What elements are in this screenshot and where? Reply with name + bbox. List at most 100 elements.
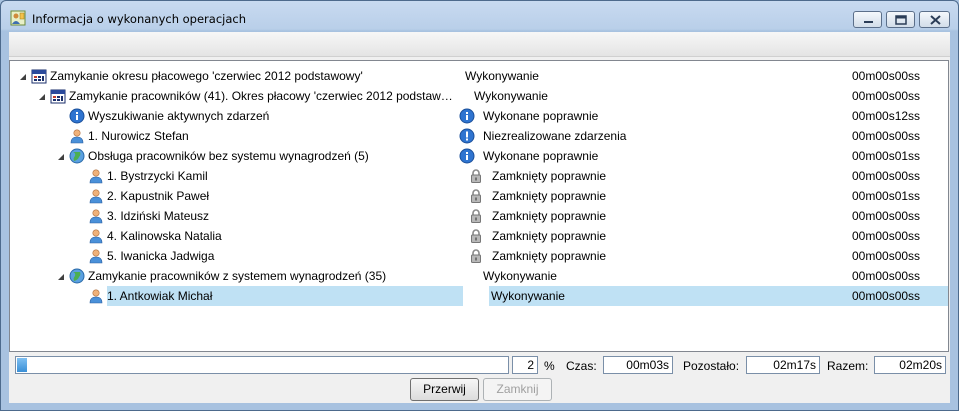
tree-row-time: 00m00s00ss — [852, 229, 921, 243]
tree-row-label: 1. Antkowiak Michał — [107, 289, 213, 303]
person-icon — [88, 188, 104, 204]
total-label: Razem: — [827, 359, 869, 373]
tree-row-status: Wykonywanie — [474, 89, 548, 103]
tree-row[interactable]: 1. Bystrzycki Kamil Zamknięty poprawnie 00… — [10, 166, 948, 186]
person-icon — [88, 208, 104, 224]
percent-sign: % — [544, 359, 555, 373]
tree-row[interactable]: Zamykanie pracowników z systemem wynagro… — [10, 266, 948, 286]
expanded-triangle-icon[interactable] — [57, 271, 66, 280]
tree-row-status: Zamknięty poprawnie — [492, 169, 607, 183]
expanded-triangle-icon[interactable] — [57, 151, 66, 160]
expanded-triangle-icon[interactable] — [38, 91, 47, 100]
time-label: Czas: — [566, 359, 597, 373]
main-window: Informacja o wykonanych operacjach Zamyk… — [0, 0, 959, 411]
tree-row-status: Zamknięty poprawnie — [492, 209, 607, 223]
tree-row[interactable]: 1. Nurowicz Stefan Niezrealizowane zdarze… — [10, 126, 948, 146]
tree-row-time: 00m00s00ss — [852, 89, 921, 103]
status-bar: 2 % Czas: 00m03s Pozostało: 02m17s Razem… — [9, 354, 950, 376]
minimize-icon — [864, 21, 873, 23]
tree-row-time: 00m00s01ss — [852, 149, 921, 163]
tree-row-time: 00m00s00ss — [852, 269, 921, 283]
tree-row-label: 2. Kapustnik Paweł — [107, 189, 210, 203]
tree-row-label: Wyszukiwanie aktywnych zdarzeń — [88, 109, 270, 123]
info-icon — [459, 148, 475, 164]
maximize-button[interactable] — [886, 11, 915, 28]
calendar-icon — [31, 68, 47, 84]
operations-tree[interactable]: Zamykanie okresu płacowego 'czerwiec 201… — [9, 60, 949, 352]
tree-row-label: 1. Nurowicz Stefan — [88, 129, 189, 143]
tree-row[interactable]: 1. Antkowiak Michał Wykonywanie 00m00s00ss — [10, 286, 948, 306]
toolbar-strip — [9, 32, 950, 57]
tree-row-status: Wykonywanie — [483, 269, 557, 283]
interrupt-label: Przerwij — [423, 382, 466, 396]
person-icon — [88, 168, 104, 184]
tree-row-label: 5. Iwanicka Jadwiga — [107, 249, 215, 263]
progress-bar — [15, 356, 509, 374]
tree-row-label: Zamykanie okresu płacowego 'czerwiec 201… — [50, 69, 363, 83]
tree-row-status: Zamknięty poprawnie — [492, 189, 607, 203]
tree-row-time: 00m00s00ss — [852, 289, 921, 303]
tree-row-label: 3. Idziński Mateusz — [107, 209, 210, 223]
tree-row[interactable]: 5. Iwanicka Jadwiga Zamknięty poprawnie 00… — [10, 246, 948, 266]
info-icon — [69, 108, 85, 124]
info-icon — [459, 108, 475, 124]
person-icon — [69, 128, 85, 144]
progress-percent-field: 2 — [512, 356, 538, 374]
tree-row-time: 00m00s00ss — [852, 69, 921, 83]
lock-icon — [468, 248, 484, 264]
tree-row[interactable]: 4. Kalinowska Natalia Zamknięty poprawnie… — [10, 226, 948, 246]
progress-fill — [17, 358, 27, 372]
globe-icon — [69, 268, 85, 284]
tree-row-status: Wykonywanie — [491, 289, 565, 303]
tree-row-status: Wykonane poprawnie — [483, 109, 599, 123]
client-area: Zamykanie okresu płacowego 'czerwiec 201… — [9, 32, 950, 403]
expanded-triangle-icon[interactable] — [19, 71, 28, 80]
warning-icon — [459, 128, 475, 144]
total-field: 02m20s — [874, 356, 946, 374]
tree-row[interactable]: 3. Idziński Mateusz Zamknięty poprawnie 00… — [10, 206, 948, 226]
close-label: Zamknij — [496, 382, 539, 396]
tree-row-time: 00m00s00ss — [852, 169, 921, 183]
tree-row-status: Zamknięty poprawnie — [492, 229, 607, 243]
title-bar[interactable]: Informacja o wykonanych operacjach — [1, 1, 958, 31]
tree-row[interactable]: Zamykanie pracowników (41). Okres płacow… — [10, 86, 948, 106]
tree-row-status: Niezrealizowane zdarzenia — [483, 129, 627, 143]
close-button[interactable]: Zamknij — [483, 378, 552, 401]
app-info-icon — [10, 10, 26, 26]
tree-row[interactable]: Zamykanie okresu płacowego 'czerwiec 201… — [10, 66, 948, 86]
tree-row-status: Zamknięty poprawnie — [492, 249, 607, 263]
remaining-field: 02m17s — [746, 356, 820, 374]
close-window-button[interactable] — [919, 11, 950, 28]
lock-icon — [468, 228, 484, 244]
calendar-icon — [50, 88, 66, 104]
minimize-button[interactable] — [853, 11, 882, 28]
lock-icon — [468, 188, 484, 204]
tree-row-label: 4. Kalinowska Natalia — [107, 229, 222, 243]
tree-row-label: Zamykanie pracowników z systemem wynagro… — [88, 269, 387, 283]
tree-row-time: 00m00s12ss — [852, 109, 921, 123]
lock-icon — [468, 168, 484, 184]
globe-icon — [69, 148, 85, 164]
tree-row-time: 00m00s00ss — [852, 249, 921, 263]
close-icon — [930, 15, 941, 25]
tree-row-time: 00m00s00ss — [852, 129, 921, 143]
tree-row-time: 00m00s01ss — [852, 189, 921, 203]
window-title: Informacja o wykonanych operacjach — [32, 12, 247, 26]
tree-row[interactable]: Wyszukiwanie aktywnych zdarzeń Wykonane p… — [10, 106, 948, 126]
tree-row-status: Wykonywanie — [465, 69, 539, 83]
time-field: 00m03s — [603, 356, 673, 374]
tree-row[interactable]: 2. Kapustnik Paweł Zamknięty poprawnie 00m… — [10, 186, 948, 206]
remaining-label: Pozostało: — [683, 359, 740, 373]
person-icon — [88, 248, 104, 264]
person-icon — [88, 288, 104, 304]
tree-row-time: 00m00s00ss — [852, 209, 921, 223]
interrupt-button[interactable]: Przerwij — [410, 378, 479, 401]
tree-row-label: 1. Bystrzycki Kamil — [107, 169, 208, 183]
lock-icon — [468, 208, 484, 224]
tree-row-label: Zamykanie pracowników (41). Okres płacow… — [69, 89, 453, 103]
person-icon — [88, 228, 104, 244]
tree-row[interactable]: Obsługa pracowników bez systemu wynagrod… — [10, 146, 948, 166]
tree-row-status: Wykonane poprawnie — [483, 149, 599, 163]
tree-row-label: Obsługa pracowników bez systemu wynagrod… — [88, 149, 369, 163]
restore-icon — [895, 15, 907, 25]
